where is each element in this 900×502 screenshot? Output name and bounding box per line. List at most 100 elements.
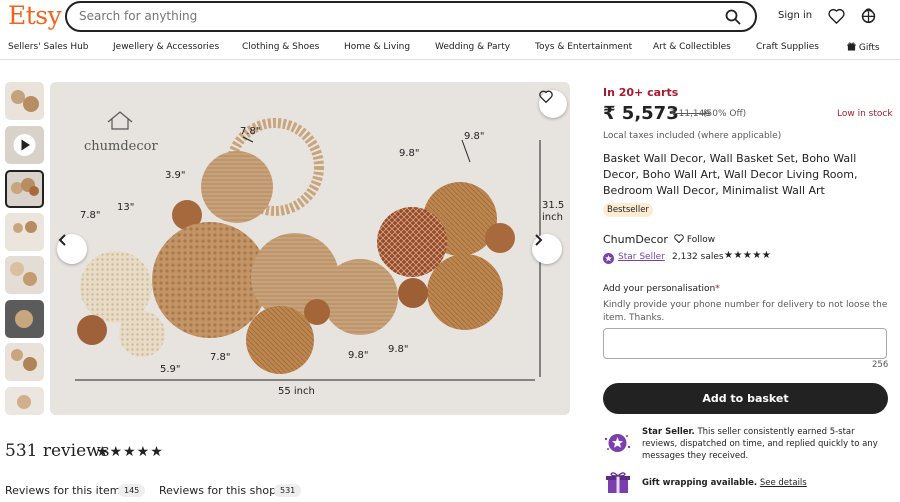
discount: (50% Off) [703,109,747,119]
gift-wrap-icon [606,472,630,493]
category-craft-supplies[interactable]: Craft Supplies [756,42,819,52]
thumbnail-5[interactable] [5,256,44,294]
basket [377,207,447,277]
dimension-label: 9.8" [464,131,485,142]
basket-icon[interactable] [860,7,877,24]
thumbnail-art [23,357,37,371]
personalisation-help: Kindly provide your phone number for del… [603,300,888,323]
basket [119,311,165,357]
category-nav: Sellers' Sales Hub Jewellery & Accessori… [0,38,900,60]
basket [77,315,107,345]
product-main-image: chumdecor 7.8" 3.9" 7.8" 13" 9.8" 9.8" 5… [50,82,570,415]
tax-note: Local taxes included (where applicable) [603,131,782,141]
product-photo: chumdecor 7.8" 3.9" 7.8" 13" 9.8" 9.8" 5… [50,82,570,415]
sign-in-link[interactable]: Sign in [778,10,812,21]
category-art[interactable]: Art & Collectibles [653,42,731,52]
width-label: 55 inch [278,386,315,397]
reviews-heading: 531 reviews [5,441,110,461]
chevron-right-icon [535,234,543,246]
heart-icon [539,90,553,103]
in-carts-notice: In 20+ carts [603,86,679,99]
reviews-rating-stars: ★★★★★ [96,444,164,460]
stock-status: Low in stock [837,109,893,119]
see-details-link[interactable]: See details [760,478,807,488]
star-seller-description: Star Seller. This seller consistently ea… [642,426,892,462]
star-seller-icon [603,253,614,264]
chevron-left-icon [58,234,66,246]
category-jewellery[interactable]: Jewellery & Accessories [113,42,219,52]
star-seller-link[interactable]: Star Seller [618,252,665,262]
next-image-button[interactable] [532,234,562,264]
basket [485,223,515,253]
tab-reviews-item-count: 145 [118,484,146,497]
favorites-heart-icon[interactable] [828,8,845,24]
personalisation-label: Add your personalisation* [603,284,720,294]
thumbnail-art [23,272,37,286]
thumbnail-art [25,221,37,233]
etsy-logo[interactable]: Etsy [8,1,62,30]
category-home-living[interactable]: Home & Living [344,42,410,52]
basket [201,151,273,223]
thumbnail-art [23,96,39,112]
dimension-label: 9.8" [399,148,420,159]
brand-watermark: chumdecor [84,139,158,154]
category-gifts[interactable]: Gifts [847,42,880,53]
basket [427,254,503,330]
height-unit-label: inch [542,212,563,223]
dimension-label: 13" [117,202,134,213]
thumbnail-3-selected[interactable] [5,170,44,208]
gift-wrapping-notice: Gift wrapping available. See details [642,478,807,488]
add-to-basket-button[interactable]: Add to basket [603,383,888,414]
dimension-label: 9.8" [388,344,409,355]
product-title: Basket Wall Decor, Wall Basket Set, Boho… [603,152,858,197]
basket [152,222,268,338]
star-seller-title: Star Seller. [642,427,695,437]
category-sellers-hub[interactable]: Sellers' Sales Hub [8,42,89,52]
height-label: 31.5 [542,200,564,211]
search-input[interactable] [79,9,679,23]
thumbnail-art [15,310,33,328]
previous-image-button[interactable] [57,234,87,264]
basket [246,306,314,374]
thumbnail-7[interactable] [5,343,44,381]
thumbnail-6[interactable] [5,300,44,338]
required-mark: * [715,284,720,294]
thumbnail-video[interactable] [5,126,44,164]
gift-wrapping-title: Gift wrapping available. [642,478,758,488]
thumbnail-4[interactable] [5,213,44,251]
category-clothing[interactable]: Clothing & Shoes [242,42,319,52]
thumbnail-art [13,223,23,233]
dimension-label: 7.8" [80,210,101,221]
follow-button[interactable]: Follow [674,234,715,245]
category-wedding-party[interactable]: Wedding & Party [435,42,510,52]
thumbnail-8[interactable] [5,387,44,415]
follow-label: Follow [686,235,716,245]
star-seller-badge-icon [604,434,631,452]
personalisation-field[interactable] [603,328,887,359]
shop-name-link[interactable]: ChumDecor [603,233,668,246]
heart-icon [674,234,684,244]
dimension-label: 9.8" [348,350,369,361]
play-icon [13,134,36,156]
gift-icon [847,42,856,51]
tab-reviews-shop[interactable]: Reviews for this shop [159,484,276,497]
dimension-label: 7.8" [210,352,231,363]
site-header: Etsy Sign in [0,0,900,34]
search-icon[interactable] [725,9,741,25]
personalisation-label-text: Add your personalisation [603,284,716,294]
search-bar[interactable] [65,1,757,32]
tab-reviews-item[interactable]: Reviews for this item [5,484,121,497]
price: ₹ 5,573 [603,103,679,124]
dimension-label: 3.9" [165,170,186,181]
basket [322,259,398,335]
thumbnail-art [17,395,31,409]
thumbnail-1[interactable] [5,82,44,120]
personalisation-char-count: 256 [872,360,889,370]
dimension-label: 7.8" [240,126,261,137]
bestseller-badge: Bestseller [603,203,653,217]
basket [398,278,428,308]
thumbnail-art [10,262,24,276]
category-gifts-label: Gifts [858,43,880,53]
favorite-button[interactable] [539,90,567,118]
category-toys[interactable]: Toys & Entertainment [535,42,632,52]
